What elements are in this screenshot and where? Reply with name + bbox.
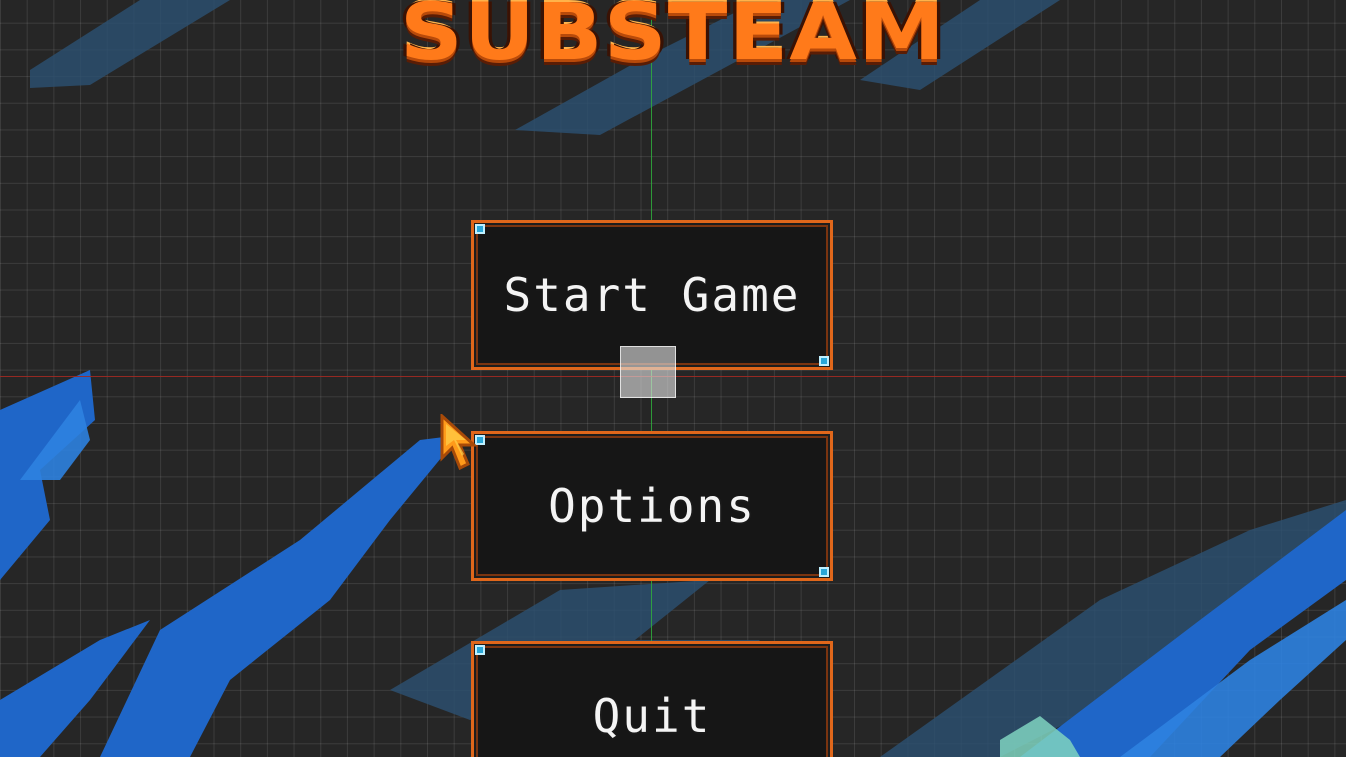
start-game-label: Start Game <box>503 268 801 322</box>
resize-handle-icon[interactable] <box>819 567 829 577</box>
resize-handle-icon[interactable] <box>819 356 829 366</box>
quit-button[interactable]: Quit <box>471 641 833 757</box>
resize-handle-icon[interactable] <box>475 224 485 234</box>
pivot-gizmo-icon[interactable] <box>620 346 676 398</box>
options-label: Options <box>548 479 756 533</box>
resize-handle-icon[interactable] <box>475 645 485 655</box>
options-button[interactable]: Options <box>471 431 833 581</box>
quit-label: Quit <box>592 689 712 743</box>
arrow-cursor-icon <box>440 414 478 471</box>
game-editor-viewport[interactable]: SUBSTEAM Start Game Options Quit <box>0 0 1346 757</box>
game-title-logo: SUBSTEAM <box>399 0 947 78</box>
